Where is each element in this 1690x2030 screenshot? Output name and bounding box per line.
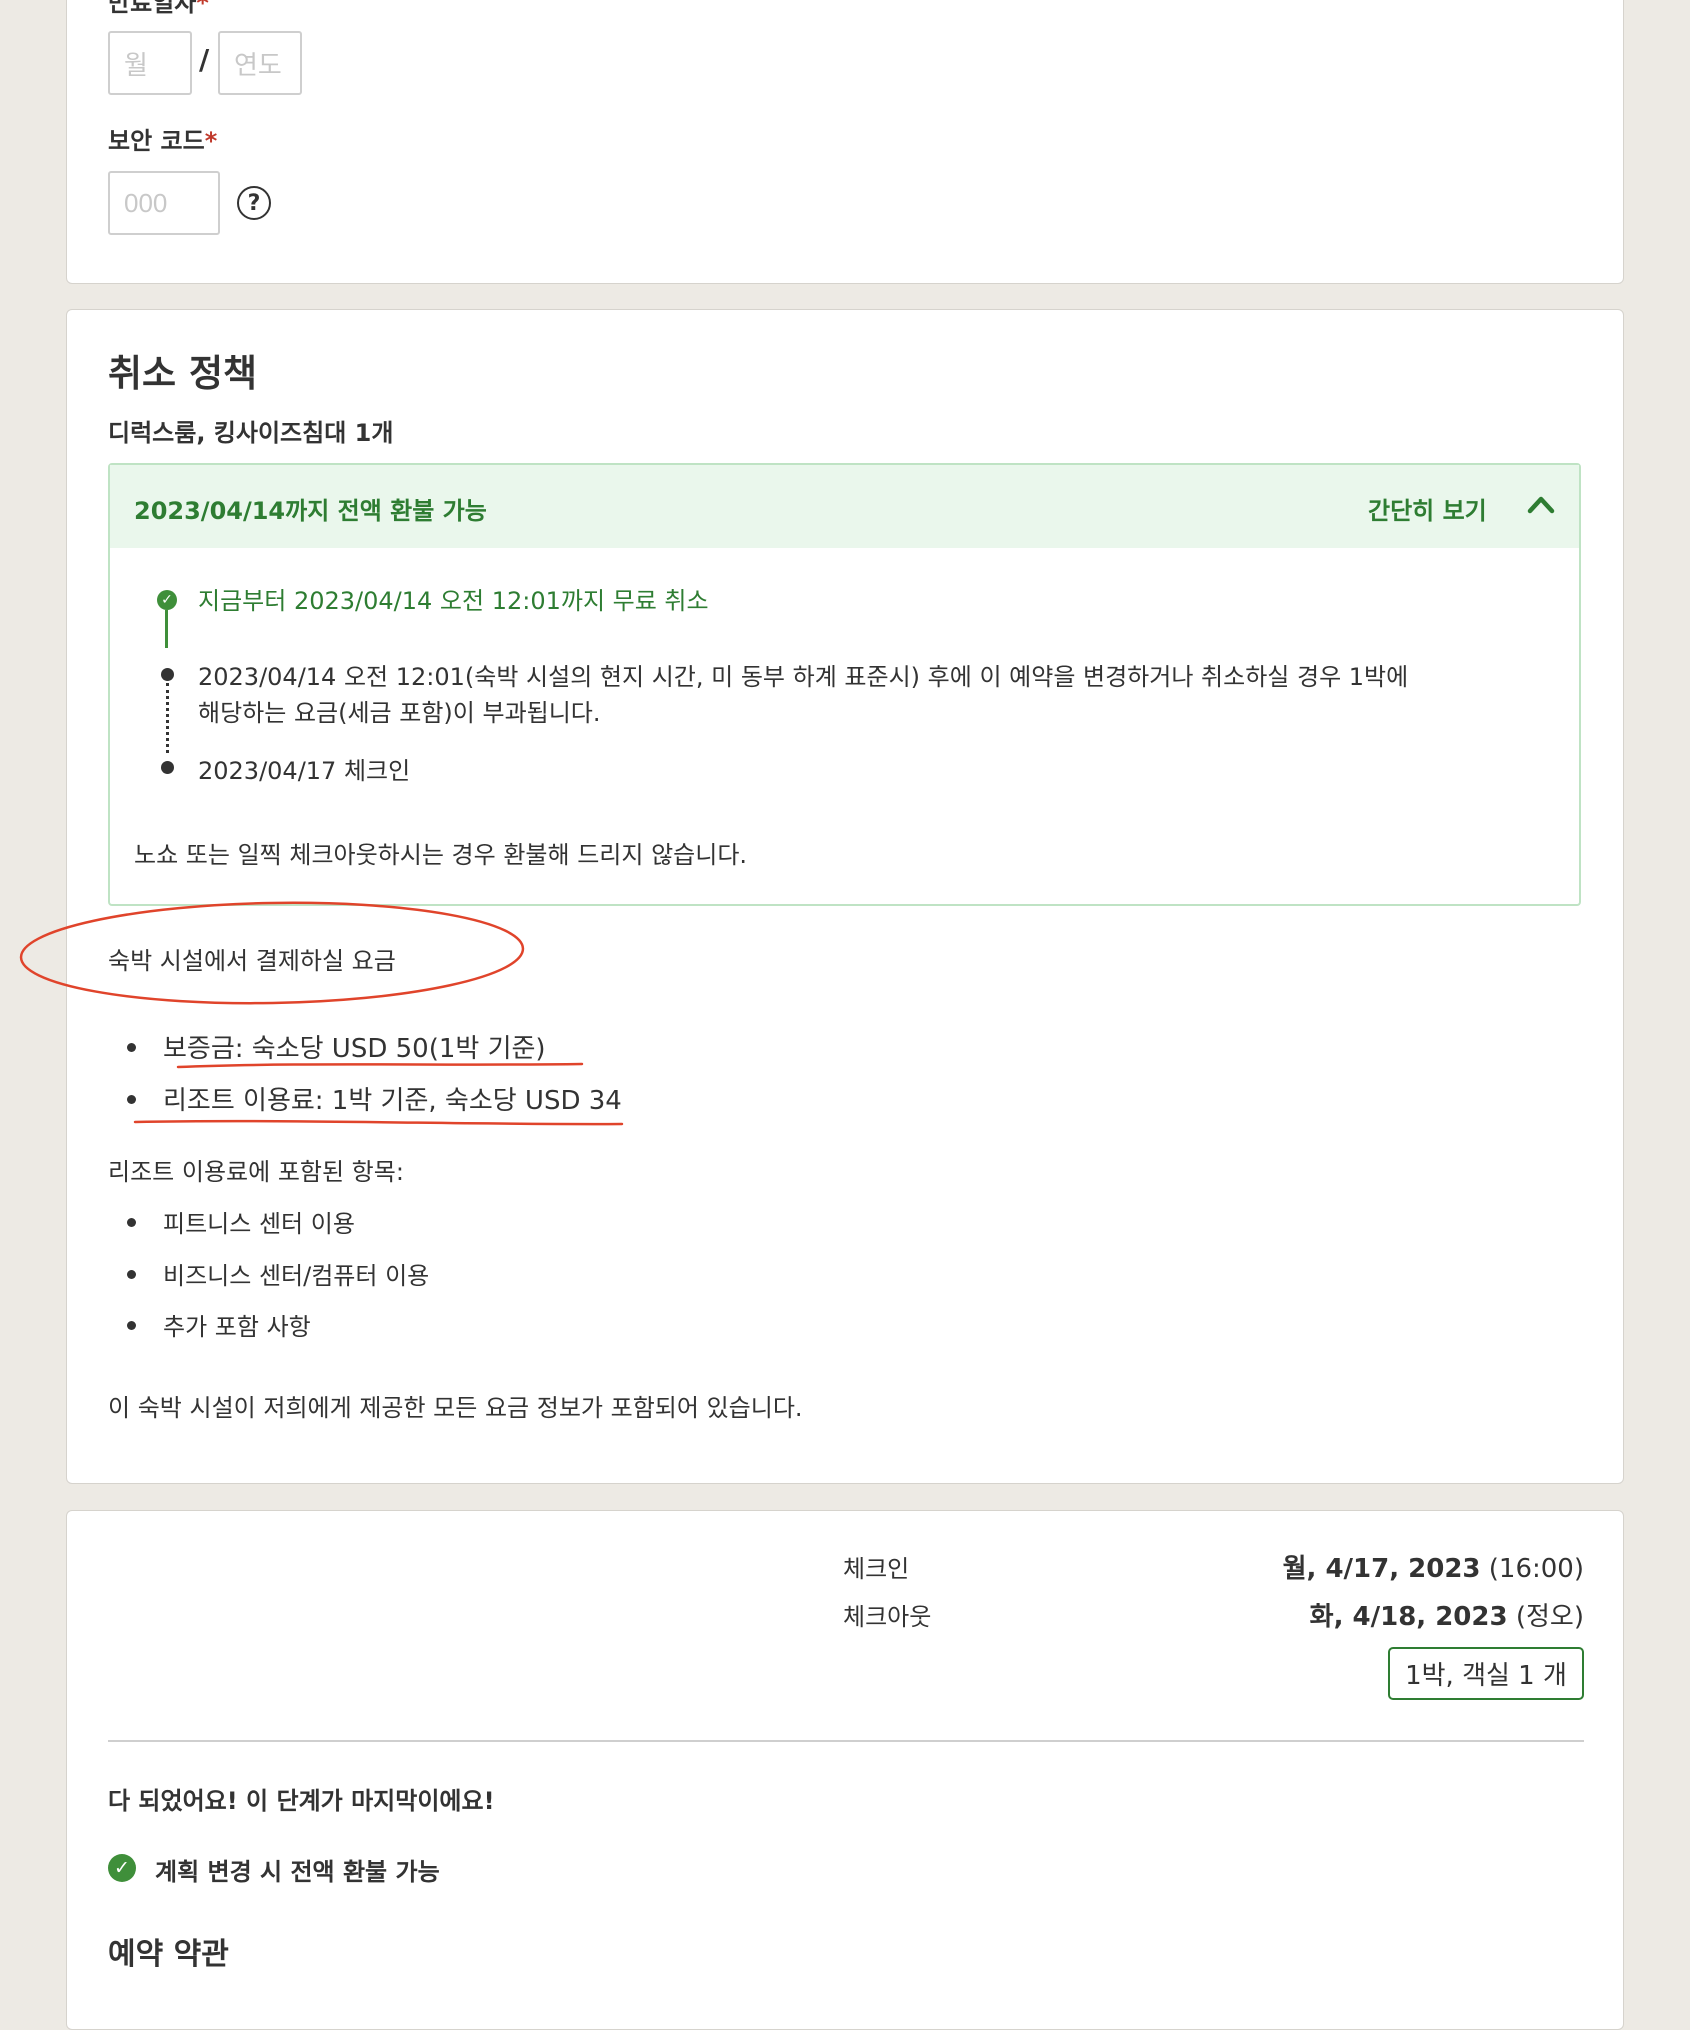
checkin-label: 체크인: [843, 1555, 910, 1583]
required-mark: *: [204, 127, 218, 155]
stay-summary-badge: 1박, 객실 1 개: [1388, 1647, 1584, 1700]
refund-policy-header[interactable]: 2023/04/14까지 전액 환불 가능 간단히 보기: [110, 465, 1579, 548]
collapse-toggle[interactable]: 간단히 보기: [1368, 491, 1487, 526]
date-separator: /: [199, 43, 210, 76]
list-bullet: [127, 1095, 136, 1104]
no-show-note: 노쇼 또는 일찍 체크아웃하시는 경우 환불해 드리지 않습니다.: [134, 841, 748, 869]
checkout-label: 체크아웃: [843, 1603, 932, 1631]
required-mark: *: [196, 0, 209, 17]
penalty-text-line1: 2023/04/14 오전 12:01(숙박 시설의 현지 시간, 미 동부 하…: [198, 663, 1409, 691]
included-title: 리조트 이용료에 포함된 항목:: [108, 1158, 404, 1186]
penalty-text-line2: 해당하는 요금(세금 포함)이 부과됩니다.: [198, 699, 601, 727]
checkout-time: (정오): [1515, 1602, 1584, 1632]
cancellation-policy-card: 취소 정책 디럭스룸, 킹사이즈침대 1개 2023/04/14까지 전액 환불…: [66, 309, 1624, 1484]
checkout-value: 화, 4/18, 2023 (정오): [1310, 1596, 1584, 1633]
cvv-label-text: 보안 코드: [108, 127, 205, 155]
deposit-fee: 보증금: 숙소당 USD 50(1박 기준): [163, 1034, 546, 1064]
refund-feature: 계획 변경 시 전액 환불 가능: [155, 1858, 440, 1886]
stay-summary-text: 1박, 객실 1 개: [1405, 1661, 1567, 1691]
year-placeholder: 연도: [234, 49, 282, 80]
payment-card: 만료일자* 월 / 연도 보안 코드* 000 ?: [66, 0, 1624, 284]
resort-fee: 리조트 이용료: 1박 기준, 숙소당 USD 34: [163, 1086, 622, 1116]
check-circle-icon: ✓: [108, 1854, 136, 1882]
security-code-label: 보안 코드*: [108, 121, 217, 156]
booking-summary-card: 체크인 월, 4/17, 2023 (16:00) 체크아웃 화, 4/18, …: [66, 1510, 1624, 2030]
list-bullet: [127, 1218, 136, 1227]
included-item: 피트니스 센터 이용: [163, 1210, 355, 1238]
security-code-input[interactable]: 000: [108, 171, 220, 235]
included-item: 추가 포함 사항: [163, 1313, 311, 1341]
checkin-milestone: 2023/04/17 체크인: [198, 757, 411, 785]
rate-info-note: 이 숙박 시설이 저희에게 제공한 모든 요금 정보가 포함되어 있습니다.: [108, 1394, 803, 1422]
terms-title: 예약 약관: [108, 1937, 229, 1972]
expiry-date-label: 만료일자*: [108, 0, 209, 18]
timeline-dot: [161, 761, 174, 774]
refund-deadline: 2023/04/14까지 전액 환불 가능: [134, 497, 487, 525]
timeline-dot: [161, 668, 174, 681]
included-item: 비즈니스 센터/컴퓨터 이용: [163, 1262, 430, 1290]
timeline-solid-line: [165, 610, 168, 648]
help-icon[interactable]: ?: [237, 186, 271, 220]
expiry-year-input[interactable]: 연도: [218, 31, 302, 95]
refund-policy-box: 2023/04/14까지 전액 환불 가능 간단히 보기 ✓ 지금부터 2023…: [108, 463, 1581, 906]
help-glyph: ?: [247, 190, 261, 216]
checkin-date: 월, 4/17, 2023: [1282, 1554, 1481, 1584]
timeline-dotted-line: [166, 683, 169, 753]
list-bullet: [127, 1321, 136, 1330]
pay-at-property-title: 숙박 시설에서 결제하실 요금: [108, 947, 396, 975]
expiry-month-input[interactable]: 월: [108, 31, 192, 95]
checkin-time: (16:00): [1488, 1554, 1584, 1584]
divider: [108, 1740, 1584, 1742]
cvv-placeholder: 000: [124, 187, 168, 218]
check-circle-icon: ✓: [157, 590, 177, 610]
list-bullet: [127, 1043, 136, 1052]
room-name: 디럭스룸, 킹사이즈침대 1개: [108, 419, 394, 447]
final-step-message: 다 되었어요! 이 단계가 마지막이에요!: [108, 1787, 495, 1815]
chevron-up-icon[interactable]: [1526, 493, 1556, 515]
free-cancellation-text: 지금부터 2023/04/14 오전 12:01까지 무료 취소: [198, 587, 709, 615]
list-bullet: [127, 1270, 136, 1279]
section-title: 취소 정책: [108, 352, 258, 395]
expiry-label-text: 만료일자: [108, 0, 197, 17]
checkout-date: 화, 4/18, 2023: [1309, 1602, 1508, 1632]
checkin-value: 월, 4/17, 2023 (16:00): [1283, 1548, 1584, 1585]
month-placeholder: 월: [124, 49, 148, 80]
